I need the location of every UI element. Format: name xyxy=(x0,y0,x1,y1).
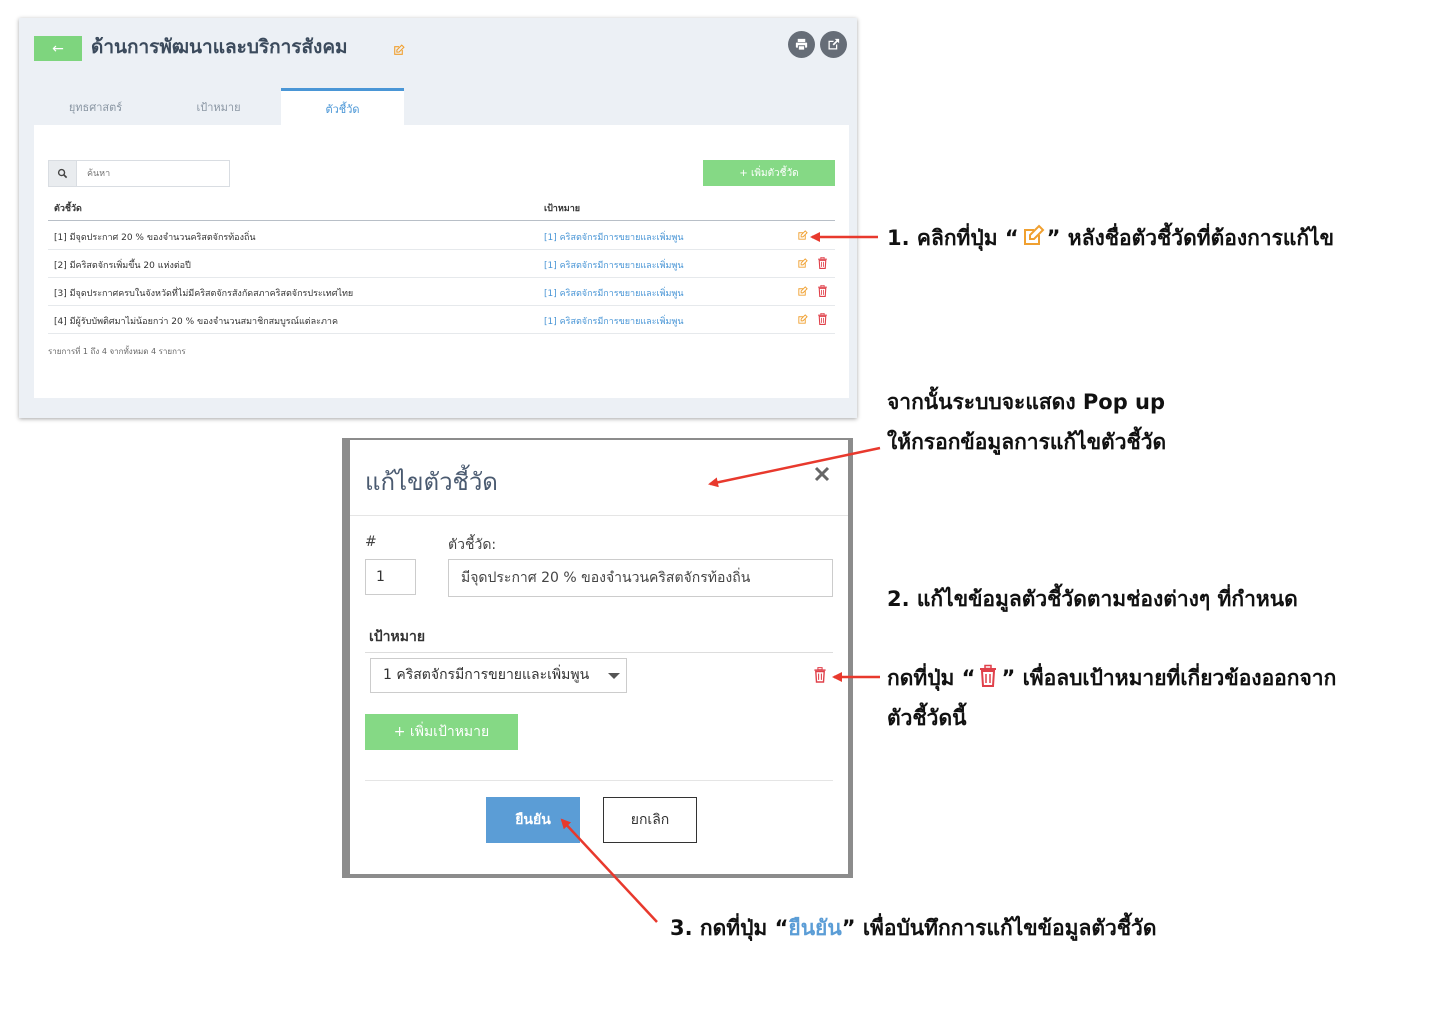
annotation-delete-post: ” เพื่อลบเป้าหมายที่เกี่ยวข้องออกจาก xyxy=(1001,666,1337,690)
annotation-step1-pre: 1. คลิกที่ปุ่ม “ xyxy=(887,226,1019,250)
annotation-step3-word: ยืนยัน xyxy=(788,916,842,940)
annotation-delete-pre: กดที่ปุ่ม “ xyxy=(887,666,976,690)
edit-icon xyxy=(1021,224,1045,253)
annotation-step1: 1. คลิกที่ปุ่ม “ ” หลังชื่อตัวชี้วัดที่ต้… xyxy=(887,222,1334,255)
annotation-delete: กดที่ปุ่ม “ ” เพื่อลบเป้าหมายที่เกี่ยวข้อ… xyxy=(887,662,1336,695)
arrow-step3 xyxy=(560,818,658,923)
annotation-arrows xyxy=(560,232,881,923)
arrow-popup xyxy=(708,446,881,488)
trash-icon xyxy=(978,664,998,693)
annotation-step3: 3. กดที่ปุ่ม “ยืนยัน” เพื่อบันทึกการแก้ไ… xyxy=(670,912,1156,945)
annotation-popup-line2: ให้กรอกข้อมูลการแก้ไขตัวชี้วัด xyxy=(887,430,1167,454)
annotation-step3-pre: 3. กดที่ปุ่ม “ xyxy=(670,916,789,940)
annotation-step1-post: ” หลังชื่อตัวชี้วัดที่ต้องการแก้ไข xyxy=(1046,226,1335,250)
annotation-step2: 2. แก้ไขข้อมูลตัวชี้วัดตามช่องต่างๆ ที่ก… xyxy=(887,587,1298,611)
annotation-delete-line2: ตัวชี้วัดนี้ xyxy=(887,706,967,730)
annotation-popup-line1: จากนั้นระบบจะแสดง Pop up xyxy=(887,390,1166,414)
annotation-step3-post: ” เพื่อบันทึกการแก้ไขข้อมูลตัวชี้วัด xyxy=(841,916,1157,940)
